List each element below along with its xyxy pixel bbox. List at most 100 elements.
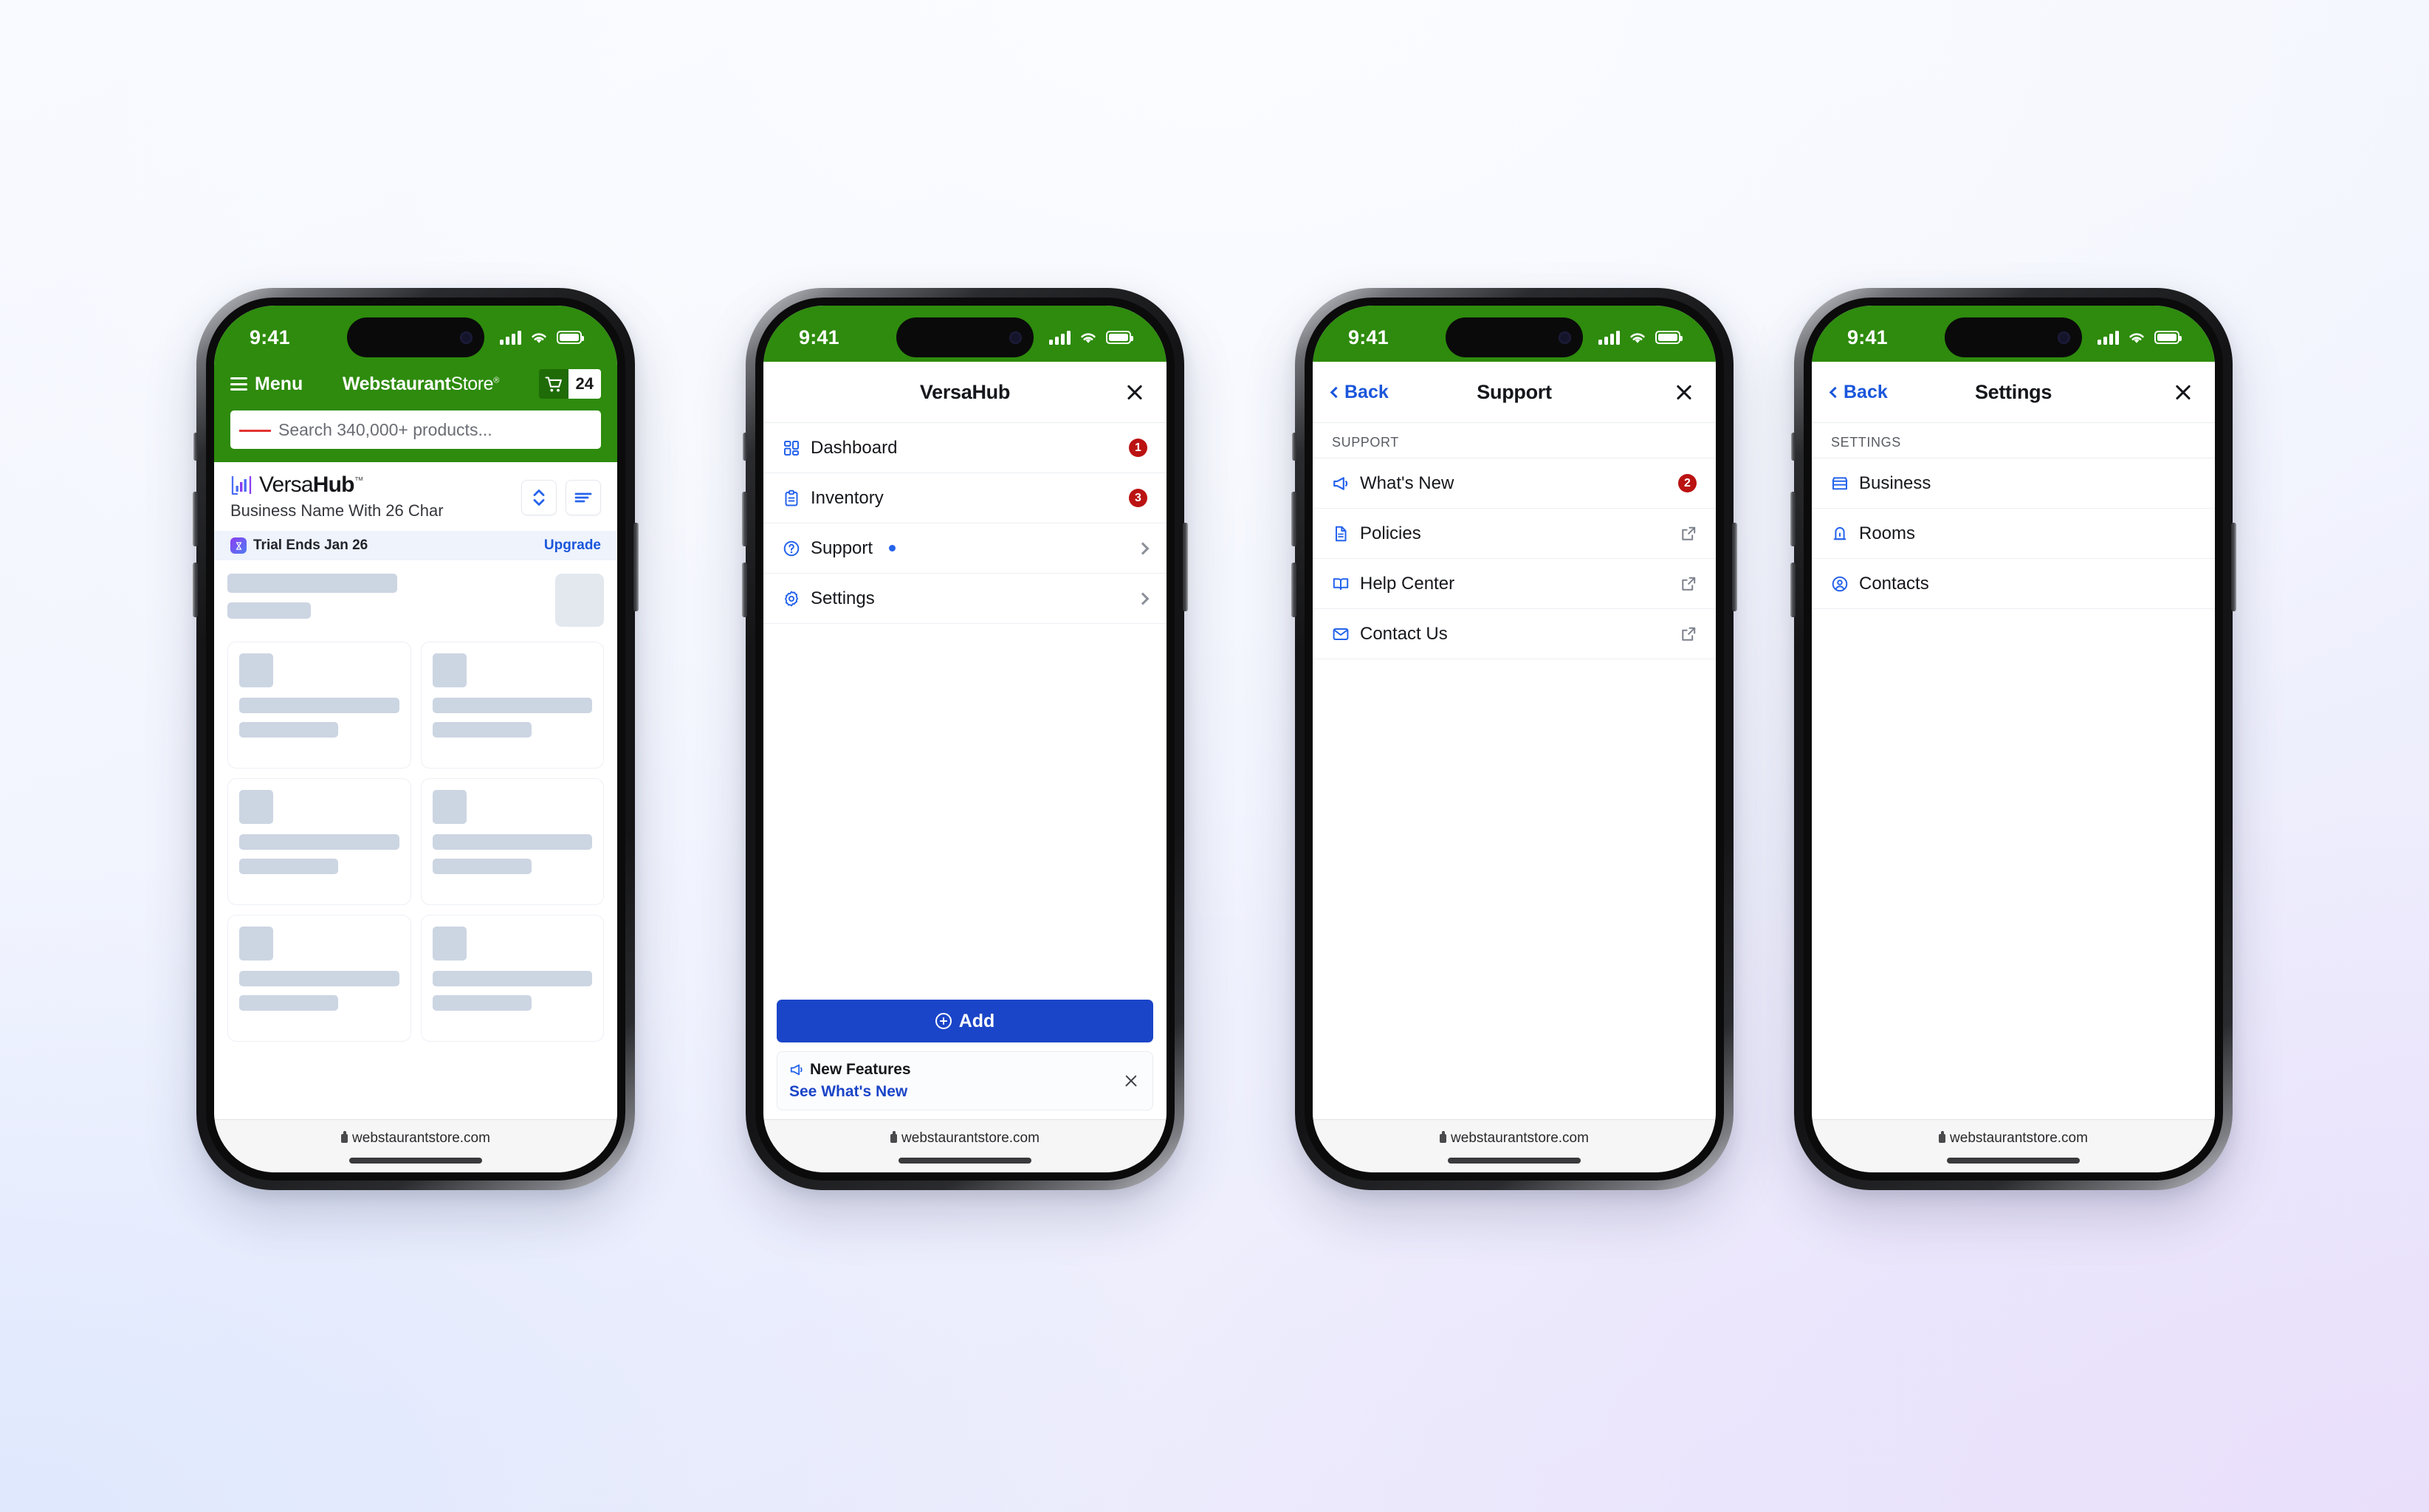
status-bar: 9:41: [1313, 306, 1716, 362]
new-features-title-row: New Features: [789, 1061, 1121, 1079]
upgrade-link[interactable]: Upgrade: [544, 537, 601, 554]
phone-bezel: 9:41: [206, 298, 625, 1181]
menu-item-help-center[interactable]: Help Center: [1313, 558, 1716, 608]
address-bar[interactable]: webstaurantstore.com: [1939, 1130, 2088, 1147]
notification-badge: 2: [1678, 474, 1697, 492]
dismiss-new-features-icon[interactable]: [1121, 1071, 1141, 1090]
close-icon[interactable]: [1122, 379, 1147, 405]
menu-item-whats-new[interactable]: What's New 2: [1313, 458, 1716, 508]
volume-up-button[interactable]: [193, 492, 198, 546]
back-button[interactable]: Back: [1829, 382, 1888, 403]
status-indicators: [1049, 330, 1133, 345]
user-circle-icon: [1832, 576, 1848, 591]
power-button[interactable]: [2231, 523, 2236, 611]
address-bar[interactable]: webstaurantstore.com: [890, 1130, 1040, 1147]
external-link-icon: [1682, 526, 1696, 540]
lock-icon: [1440, 1131, 1447, 1143]
menu-item-contacts[interactable]: Contacts: [1812, 558, 2215, 608]
store-app-bar: Menu WebstaurantStore® 24 Search 340,000…: [214, 362, 617, 462]
silence-switch[interactable]: [1791, 433, 1796, 461]
browser-bottom-bar: webstaurantstore.com: [1812, 1119, 2215, 1172]
new-features-card[interactable]: New Features See What's New: [777, 1051, 1153, 1110]
section-label-support: SUPPORT: [1313, 422, 1716, 458]
browser-bottom-bar: webstaurantstore.com: [214, 1119, 617, 1172]
home-indicator[interactable]: [349, 1158, 482, 1164]
cart-button[interactable]: 24: [538, 369, 601, 399]
cellular-signal-icon: [2098, 330, 2119, 345]
webstaurant-brand-logo: WebstaurantStore®: [303, 374, 538, 395]
menu-item-rooms[interactable]: Rooms: [1812, 508, 2215, 558]
versahub-bar-chart-logo: [231, 476, 252, 495]
status-indicators: [2098, 330, 2182, 345]
panel-title: VersaHub: [919, 380, 1011, 403]
status-time: 9:41: [1348, 326, 1389, 348]
menu-list: Dashboard 1 Inventory 3 Support Settings: [763, 422, 1167, 624]
volume-down-button[interactable]: [1790, 563, 1796, 617]
url-text: webstaurantstore.com: [352, 1130, 490, 1146]
status-time: 9:41: [250, 326, 290, 348]
question-circle-icon: [783, 540, 800, 556]
menu-item-label: Contacts: [1859, 573, 1929, 594]
phone-1-screen: 9:41 Menu WebstaurantStore® 24 Search 34…: [214, 306, 617, 1172]
silence-switch[interactable]: [193, 433, 198, 461]
add-button[interactable]: Add: [777, 1000, 1153, 1042]
filter-lines-icon: [574, 492, 592, 502]
versahub-name-bold: Hub: [312, 472, 355, 497]
home-indicator[interactable]: [1448, 1158, 1581, 1164]
menu-item-inventory[interactable]: Inventory 3: [763, 472, 1167, 523]
volume-up-button[interactable]: [1790, 492, 1796, 546]
lock-icon: [1939, 1131, 1946, 1143]
menu-item-policies[interactable]: Policies: [1313, 508, 1716, 558]
versahub-logo: VersaHub™: [230, 474, 512, 496]
menu-item-label: Contact Us: [1360, 623, 1448, 644]
see-whats-new-link[interactable]: See What's New: [789, 1083, 1121, 1101]
power-button[interactable]: [1183, 523, 1188, 611]
skeleton-card: [420, 642, 604, 769]
trial-text: Trial Ends Jan 26: [253, 537, 368, 553]
close-icon[interactable]: [2171, 379, 2196, 405]
address-bar[interactable]: webstaurantstore.com: [341, 1130, 490, 1147]
skeleton-card: [227, 642, 411, 769]
barcode-scan-icon[interactable]: [239, 421, 271, 439]
silence-switch[interactable]: [743, 433, 747, 461]
home-indicator[interactable]: [1947, 1158, 2080, 1164]
sort-button[interactable]: [521, 479, 557, 515]
volume-up-button[interactable]: [742, 492, 747, 546]
address-bar[interactable]: webstaurantstore.com: [1440, 1130, 1589, 1147]
menu-item-support[interactable]: Support: [763, 523, 1167, 573]
menu-item-contact-us[interactable]: Contact Us: [1313, 608, 1716, 659]
filter-button[interactable]: [566, 479, 601, 515]
home-indicator[interactable]: [899, 1158, 1031, 1164]
browser-bottom-bar: webstaurantstore.com: [763, 1119, 1167, 1172]
phone-bezel: 9:41: [1804, 298, 2223, 1181]
phone-3-screen: 9:41 Back Support SUPPORT What's New 2 P…: [1313, 306, 1716, 1172]
lock-icon: [341, 1131, 348, 1143]
wifi-icon: [1081, 332, 1096, 343]
front-camera-icon: [1559, 331, 1571, 344]
battery-icon: [1655, 331, 1683, 344]
volume-down-button[interactable]: [193, 563, 198, 617]
volume-down-button[interactable]: [1291, 563, 1296, 617]
back-button[interactable]: Back: [1330, 382, 1389, 403]
skeleton-thumbnail: [555, 574, 604, 627]
menu-button[interactable]: Menu: [230, 374, 303, 395]
search-input[interactable]: Search 340,000+ products...: [230, 410, 601, 449]
chevron-left-icon: [1829, 386, 1841, 398]
notification-badge: 1: [1129, 439, 1147, 457]
menu-item-label: Business: [1859, 472, 1931, 493]
screenshot-canvas: 9:41 Menu WebstaurantStore® 24 Search 34…: [0, 0, 2429, 1512]
wifi-icon: [2129, 332, 2144, 343]
volume-up-button[interactable]: [1291, 492, 1296, 546]
close-icon[interactable]: [1672, 379, 1697, 405]
front-camera-icon: [2058, 331, 2070, 344]
dynamic-island: [1446, 317, 1583, 357]
volume-down-button[interactable]: [742, 563, 747, 617]
phone-2-versahub-menu: 9:41 VersaHub Dashboard 1 Inventory 3 Su…: [742, 288, 1188, 1190]
power-button[interactable]: [1732, 523, 1737, 611]
power-button[interactable]: [633, 523, 639, 611]
sort-updown-icon: [533, 489, 545, 506]
menu-item-dashboard[interactable]: Dashboard 1: [763, 422, 1167, 472]
menu-item-business[interactable]: Business: [1812, 458, 2215, 508]
silence-switch[interactable]: [1292, 433, 1296, 461]
menu-item-settings[interactable]: Settings: [763, 573, 1167, 623]
